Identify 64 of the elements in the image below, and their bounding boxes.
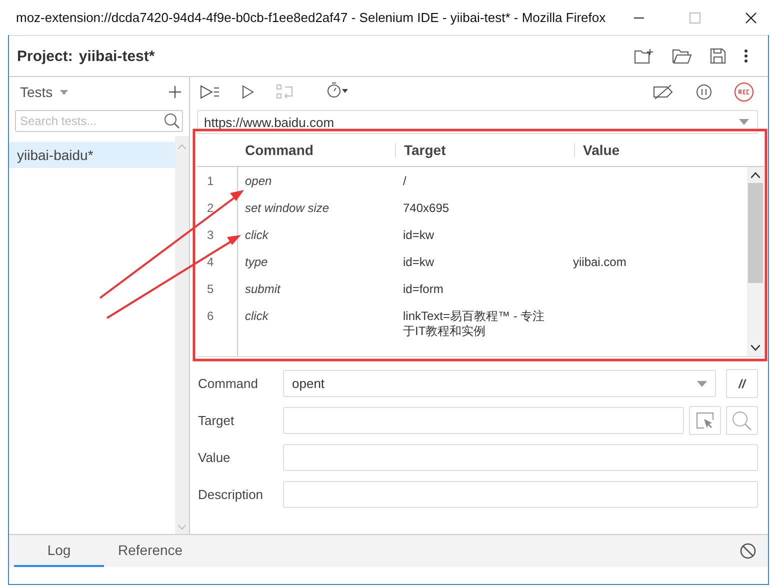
command-cell-text: type — [244, 255, 269, 270]
more-icon[interactable] — [744, 49, 748, 63]
panel-tab[interactable]: Log — [14, 535, 104, 567]
folder-icon[interactable] — [672, 48, 692, 64]
play-icon[interactable] — [242, 85, 254, 99]
row-number: 5 — [206, 282, 215, 297]
row-number: 2 — [206, 201, 215, 216]
pause-icon[interactable] — [696, 84, 712, 100]
command-cell-text: open — [244, 174, 273, 189]
command-cell-text: click — [244, 309, 270, 325]
field-label: Target — [198, 413, 236, 428]
project-label: Project: — [17, 48, 73, 64]
window-title: moz-extension://dcda7420-94d4-4f9e-b0cb-f1ee8ed2af47 - Selenium IDE - yiibai-test* - Mozilla Firefox — [16, 10, 606, 25]
record-icon[interactable] — [734, 82, 754, 102]
timer-icon[interactable] — [326, 82, 348, 98]
search-field[interactable]: Search tests... — [15, 110, 183, 132]
row-number: 3 — [206, 228, 215, 243]
row-number: 6 — [206, 309, 215, 325]
dropdown-caret-icon[interactable] — [739, 119, 749, 125]
search-icon — [732, 410, 752, 430]
cursor-in-frame-icon — [696, 412, 714, 430]
add-icon[interactable] — [169, 86, 181, 98]
new-folder-icon[interactable] — [634, 48, 654, 64]
text-field[interactable] — [283, 481, 758, 508]
command-cell-text: click — [244, 228, 270, 243]
test-item[interactable]: yiibai-baidu* — [9, 142, 175, 168]
field-label: Command — [198, 376, 259, 391]
target-cell-text: / — [402, 174, 408, 189]
column-header[interactable]: Command — [237, 143, 395, 157]
command-select[interactable]: opent — [283, 370, 716, 397]
text-field[interactable] — [283, 444, 758, 471]
close-icon[interactable] — [745, 12, 757, 24]
disable-breakpoints-icon[interactable] — [652, 84, 674, 100]
row-number: 4 — [206, 255, 215, 270]
search-icon[interactable] — [164, 113, 180, 129]
target-cell-text: id=kw — [402, 228, 436, 243]
comment-button[interactable]: // — [726, 369, 758, 398]
scroll-down-icon[interactable] — [751, 345, 760, 351]
column-header[interactable]: Target — [395, 143, 574, 157]
caret-icon[interactable] — [60, 90, 68, 94]
command-cell-text: set window size — [244, 201, 330, 216]
clear-icon[interactable] — [740, 543, 756, 559]
field-label: Value — [198, 450, 232, 465]
target-cell-text: id=form — [402, 282, 444, 297]
run-all-icon[interactable] — [200, 85, 220, 99]
panel-tab[interactable]: Reference — [104, 535, 197, 567]
column-header[interactable]: Value — [574, 143, 764, 157]
save-icon[interactable] — [710, 48, 726, 64]
project-name: yiibai-test* — [78, 48, 155, 64]
target-cell-text: id=kw — [402, 255, 436, 270]
scroll-up-icon[interactable] — [751, 172, 760, 178]
command-cell-text: submit — [244, 282, 282, 297]
url-field[interactable]: https://www.baidu.com — [197, 110, 758, 134]
select-target-button[interactable] — [689, 406, 721, 435]
field-label: Description — [198, 487, 264, 502]
scroll-thumb[interactable] — [748, 183, 763, 283]
dropdown-caret-icon[interactable] — [697, 380, 707, 386]
row-number: 1 — [206, 174, 215, 189]
target-cell-text: 740x695 — [402, 201, 450, 216]
target-field[interactable] — [283, 407, 684, 434]
scrollbar[interactable] — [747, 167, 764, 356]
value-cell-text: yiibai.com — [572, 255, 628, 270]
tests-title[interactable]: Tests — [20, 84, 53, 100]
target-cell-text: linkText=易百教程™ - 专注于IT教程和实例 — [402, 309, 546, 339]
